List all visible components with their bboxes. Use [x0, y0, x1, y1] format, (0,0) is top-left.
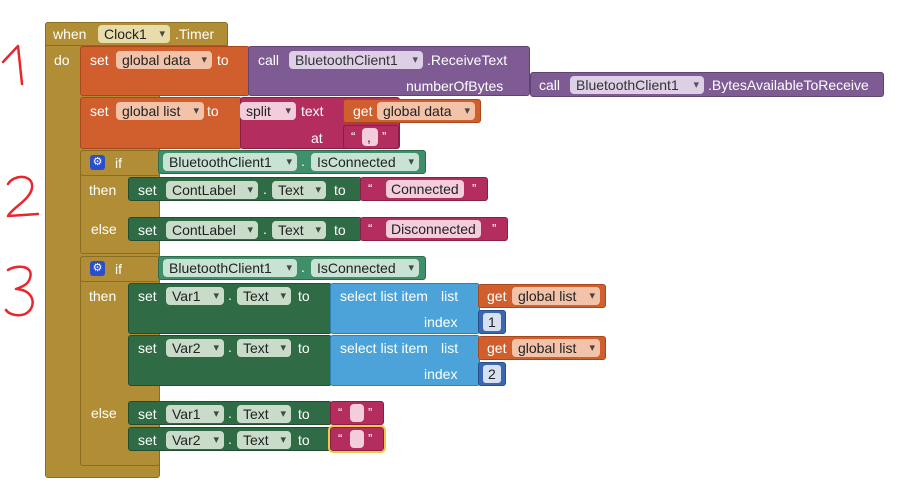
- do-label: do: [54, 52, 70, 68]
- receive-text-method: .ReceiveText: [427, 52, 508, 68]
- set-label-5: set: [138, 288, 157, 304]
- annotation-number-3: [4, 265, 34, 317]
- disconnected-string-value[interactable]: Disconnected: [386, 220, 481, 238]
- else-label-2: else: [91, 405, 117, 421]
- set-label-2: set: [90, 103, 109, 119]
- index-value-1[interactable]: 1: [483, 313, 501, 331]
- dot-separator-8: .: [228, 431, 232, 447]
- index-label-1: index: [424, 314, 458, 330]
- close-quote-5: ”: [368, 431, 373, 446]
- open-quote-2: “: [368, 181, 373, 196]
- bluetooth-component-dropdown[interactable]: BluetoothClient1: [289, 51, 423, 69]
- number-of-bytes-label: numberOfBytes: [406, 78, 504, 94]
- index-value-2[interactable]: 2: [483, 365, 501, 383]
- dot-separator-4: .: [301, 259, 305, 275]
- if-label: if: [115, 155, 122, 171]
- text-prop-dropdown-5[interactable]: Text: [237, 405, 291, 423]
- when-label: when: [53, 26, 87, 42]
- get-global-data-dropdown[interactable]: global data: [377, 102, 475, 120]
- set-label-7: set: [138, 406, 157, 422]
- open-quote: “: [351, 129, 356, 144]
- text-prop-dropdown-4[interactable]: Text: [237, 339, 291, 357]
- open-quote-5: “: [338, 431, 343, 446]
- text-prop-dropdown-1[interactable]: Text: [272, 181, 326, 199]
- event-name-label: .Timer: [175, 26, 215, 42]
- set-label-6: set: [138, 340, 157, 356]
- global-data-dropdown[interactable]: global data: [116, 51, 212, 69]
- close-quote-4: ”: [368, 405, 373, 420]
- select-list-item-label-1: select list item: [340, 288, 428, 304]
- set-label-3: set: [138, 182, 157, 198]
- call-label-2: call: [539, 77, 561, 93]
- get-label-3: get: [487, 340, 507, 356]
- then-label-2: then: [89, 288, 117, 304]
- bluetooth-component-dropdown-3[interactable]: BluetoothClient1: [163, 153, 297, 171]
- dot-separator-2: .: [263, 181, 267, 197]
- close-quote: ”: [382, 129, 387, 144]
- index-label-2: index: [424, 366, 458, 382]
- text-prop-dropdown-2[interactable]: Text: [272, 221, 326, 239]
- to-label-4: to: [334, 222, 346, 238]
- get-label: get: [353, 103, 373, 119]
- then-label: then: [89, 182, 117, 198]
- get-global-list-dropdown-1[interactable]: global list: [512, 287, 600, 305]
- clock-component-dropdown[interactable]: Clock1: [98, 25, 170, 43]
- bytes-available-method: .BytesAvailableToReceive: [708, 77, 869, 93]
- get-label-2: get: [487, 288, 507, 304]
- var2-dropdown-2[interactable]: Var2: [166, 431, 224, 449]
- contlabel-dropdown-1[interactable]: ContLabel: [166, 181, 258, 199]
- open-quote-4: “: [338, 405, 343, 420]
- var1-dropdown-2[interactable]: Var1: [166, 405, 224, 423]
- global-list-dropdown[interactable]: global list: [116, 102, 204, 120]
- empty-string-value-2[interactable]: [350, 430, 364, 448]
- to-label-5: to: [298, 288, 310, 304]
- list-label-1: list: [441, 288, 459, 304]
- close-quote-3: ”: [492, 221, 497, 236]
- else-label: else: [91, 221, 117, 237]
- split-dropdown[interactable]: split: [240, 102, 296, 120]
- contlabel-dropdown-2[interactable]: ContLabel: [166, 221, 258, 239]
- gear-icon-2[interactable]: ⚙: [90, 261, 105, 276]
- bluetooth-component-dropdown-2[interactable]: BluetoothClient1: [570, 76, 704, 94]
- is-connected-dropdown-2[interactable]: IsConnected: [311, 259, 419, 277]
- dot-separator-6: .: [228, 339, 232, 355]
- connected-string-value[interactable]: Connected: [386, 180, 464, 198]
- annotation-number-1: [1, 44, 24, 86]
- dot-separator-5: .: [228, 287, 232, 303]
- dot-separator-7: .: [228, 405, 232, 421]
- to-label-2: to: [207, 103, 219, 119]
- at-label: at: [311, 130, 323, 146]
- set-label-4: set: [138, 222, 157, 238]
- close-quote-2: ”: [472, 181, 477, 196]
- annotation-number-2: [6, 175, 40, 218]
- to-label-6: to: [298, 340, 310, 356]
- to-label-3: to: [334, 182, 346, 198]
- set-label-8: set: [138, 432, 157, 448]
- to-label-7: to: [298, 406, 310, 422]
- text-prop-dropdown-3[interactable]: Text: [237, 287, 291, 305]
- text-label: text: [301, 103, 324, 119]
- var2-dropdown-1[interactable]: Var2: [166, 339, 224, 357]
- to-label-8: to: [298, 432, 310, 448]
- if-label-2: if: [115, 261, 122, 277]
- set-label: set: [90, 52, 109, 68]
- empty-string-value-1[interactable]: [350, 404, 364, 422]
- list-label-2: list: [441, 340, 459, 356]
- to-label: to: [217, 52, 229, 68]
- text-prop-dropdown-6[interactable]: Text: [237, 431, 291, 449]
- call-label: call: [258, 52, 280, 68]
- is-connected-dropdown-1[interactable]: IsConnected: [311, 153, 419, 171]
- comma-string-value[interactable]: ,: [362, 128, 378, 146]
- dot-separator: .: [301, 153, 305, 169]
- gear-icon[interactable]: ⚙: [90, 155, 105, 170]
- open-quote-3: “: [368, 221, 373, 236]
- select-list-item-label-2: select list item: [340, 340, 428, 356]
- bluetooth-component-dropdown-4[interactable]: BluetoothClient1: [163, 259, 297, 277]
- var1-dropdown-1[interactable]: Var1: [166, 287, 224, 305]
- get-global-list-dropdown-2[interactable]: global list: [512, 339, 600, 357]
- dot-separator-3: .: [263, 221, 267, 237]
